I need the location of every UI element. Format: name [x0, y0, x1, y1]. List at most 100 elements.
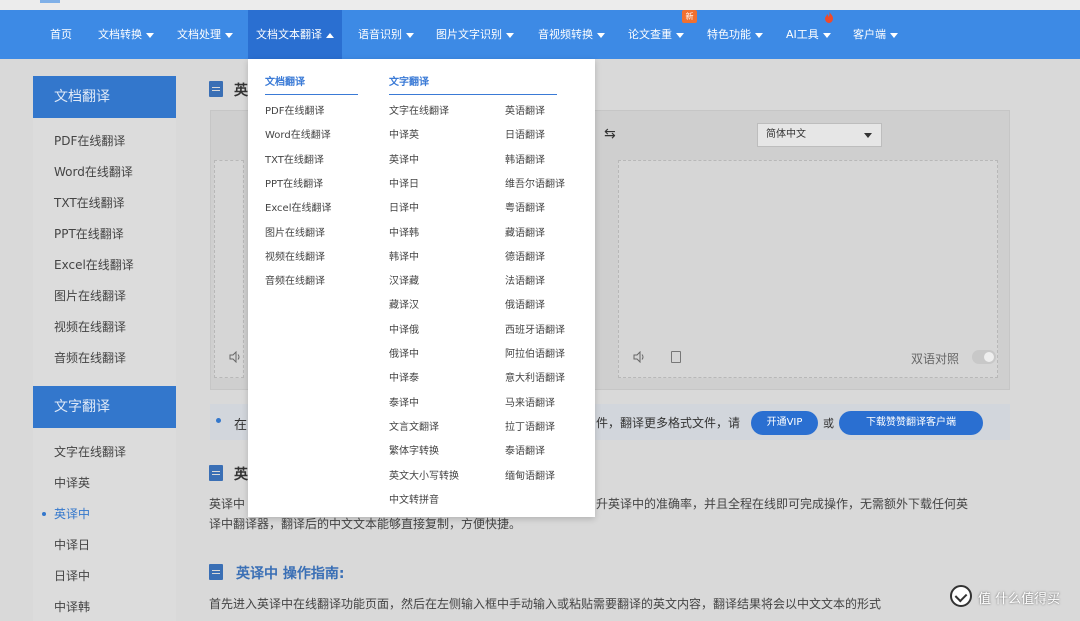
- chevron-down-icon: [890, 32, 898, 38]
- sidebar-item-video[interactable]: 视频在线翻译: [33, 312, 176, 343]
- nav-image-ocr[interactable]: 图片文字识别: [436, 10, 514, 59]
- notice-text: 件，翻译更多格式文件，请: [596, 416, 741, 430]
- target-language-select[interactable]: 简体中文: [757, 123, 882, 147]
- nav-speech[interactable]: 语音识别: [358, 10, 414, 59]
- dropdown-text-item[interactable]: 泰译中: [389, 394, 419, 409]
- sidebar-item-en-zh[interactable]: 英译中: [33, 499, 176, 530]
- dropdown-doc-item[interactable]: PDF在线翻译: [265, 102, 324, 117]
- nav-av-convert[interactable]: 音视频转换: [538, 10, 605, 59]
- download-client-button[interactable]: 下载赞赞翻译客户端: [839, 411, 983, 435]
- dropdown-text-item[interactable]: 中译英: [389, 126, 419, 141]
- sidebar-item-zh-en[interactable]: 中译英: [33, 468, 176, 499]
- sidebar: 文档翻译 PDF在线翻译 Word在线翻译 TXT在线翻译 PPT在线翻译 Ex…: [33, 76, 176, 621]
- dropdown-lang-item[interactable]: 意大利语翻译: [505, 369, 565, 384]
- sidebar-item-text-online[interactable]: 文字在线翻译: [33, 437, 176, 468]
- bilingual-label: 双语对照: [911, 352, 960, 366]
- dropdown-text-item[interactable]: 中译日: [389, 175, 419, 190]
- dropdown-text-item[interactable]: 日译中: [389, 199, 419, 214]
- swap-icon[interactable]: ⇆: [604, 127, 620, 141]
- dropdown-doc-item[interactable]: 图片在线翻译: [265, 224, 325, 239]
- dropdown-lang-item[interactable]: 法语翻译: [505, 272, 545, 287]
- nav-doc-translate-label: 文档文本翻译: [256, 28, 322, 41]
- dropdown-text-item[interactable]: 中译俄: [389, 321, 419, 336]
- sidebar-item-zh-ko[interactable]: 中译韩: [33, 592, 176, 621]
- notice-text-start: 在: [234, 418, 248, 433]
- dropdown-text-item[interactable]: 英译中: [389, 151, 419, 166]
- nav-features[interactable]: 特色功能: [707, 10, 763, 59]
- nav-paper-check[interactable]: 论文查重: [628, 10, 684, 59]
- fire-icon: [825, 11, 833, 23]
- logo-fragment: [40, 0, 60, 3]
- nav-client-label: 客户端: [853, 28, 886, 41]
- sidebar-item-ja-zh[interactable]: 日译中: [33, 561, 176, 592]
- dropdown-header-doc: 文档翻译: [265, 77, 305, 88]
- chevron-down-icon: [597, 32, 605, 38]
- dropdown-lang-item[interactable]: 缅甸语翻译: [505, 467, 555, 482]
- dropdown-text-item[interactable]: 繁体字转换: [389, 442, 439, 457]
- copy-icon[interactable]: [671, 351, 681, 363]
- dropdown-text-item[interactable]: 中译韩: [389, 224, 419, 239]
- dropdown-lang-item[interactable]: 粤语翻译: [505, 199, 545, 214]
- sidebar-item-zh-ja[interactable]: 中译日: [33, 530, 176, 561]
- sidebar-item-excel[interactable]: Excel在线翻译: [33, 250, 176, 281]
- speaker-icon[interactable]: [229, 351, 243, 363]
- dropdown-doc-item[interactable]: 音频在线翻译: [265, 272, 325, 287]
- dropdown-lang-item[interactable]: 拉丁语翻译: [505, 418, 555, 433]
- nav-doc-convert[interactable]: 文档转换: [98, 10, 154, 59]
- dropdown-doc-item[interactable]: Word在线翻译: [265, 126, 331, 141]
- sidebar-item-pdf[interactable]: PDF在线翻译: [33, 126, 176, 157]
- dropdown-lang-item[interactable]: 藏语翻译: [505, 224, 545, 239]
- dropdown-text-item[interactable]: 藏译汉: [389, 296, 419, 311]
- intro-text-right: 升英译中的准确率，并且全程在线即可完成操作，无需额外下载任何英: [596, 497, 969, 511]
- dropdown-text-item[interactable]: 英文大小写转换: [389, 467, 459, 482]
- dropdown-lang-item[interactable]: 英语翻译: [505, 102, 545, 117]
- sidebar-item-txt[interactable]: TXT在线翻译: [33, 188, 176, 219]
- sidebar-item-ppt[interactable]: PPT在线翻译: [33, 219, 176, 250]
- sidebar-item-image[interactable]: 图片在线翻译: [33, 281, 176, 312]
- nav-doc-convert-label: 文档转换: [98, 28, 142, 41]
- guide-text: 首先进入英译中在线翻译功能页面，然后在左侧输入框中手动输入或粘贴需要翻译的英文内…: [209, 597, 882, 611]
- dropdown-lang-item[interactable]: 日语翻译: [505, 126, 545, 141]
- source-input-area[interactable]: [214, 160, 244, 378]
- sidebar-item-audio[interactable]: 音频在线翻译: [33, 343, 176, 374]
- nav-client[interactable]: 客户端: [853, 10, 898, 59]
- open-vip-button[interactable]: 开通VIP: [751, 411, 818, 435]
- dropdown-text-item[interactable]: 俄译中: [389, 345, 419, 360]
- dropdown-text-item[interactable]: 文字在线翻译: [389, 102, 449, 117]
- nav-doc-process-label: 文档处理: [177, 28, 221, 41]
- dropdown-text-item[interactable]: 汉译藏: [389, 272, 419, 287]
- dropdown-doc-item[interactable]: TXT在线翻译: [265, 151, 324, 166]
- top-strip: [0, 0, 1080, 10]
- nav-doc-translate[interactable]: 文档文本翻译: [248, 10, 342, 59]
- dropdown-doc-item[interactable]: Excel在线翻译: [265, 199, 332, 214]
- intro-text-line2: 译中翻译器，翻译后的中文文本能够直接复制，方便快捷。: [209, 517, 522, 531]
- chevron-down-icon: [225, 32, 233, 38]
- dropdown-lang-item[interactable]: 俄语翻译: [505, 296, 545, 311]
- dropdown-text-item[interactable]: 韩译中: [389, 248, 419, 263]
- dropdown-lang-item[interactable]: 泰语翻译: [505, 442, 545, 457]
- divider: [265, 94, 358, 95]
- sidebar-item-word[interactable]: Word在线翻译: [33, 157, 176, 188]
- or-text: 或: [823, 417, 834, 430]
- translate-dropdown-menu: 文档翻译 文字翻译 PDF在线翻译 Word在线翻译 TXT在线翻译 PPT在线翻译 E…: [248, 59, 595, 517]
- speaker-icon[interactable]: [633, 351, 647, 363]
- dropdown-lang-item[interactable]: 韩语翻译: [505, 151, 545, 166]
- sidebar-header-text-translate: 文字翻译: [33, 386, 176, 428]
- nav-image-ocr-label: 图片文字识别: [436, 28, 502, 41]
- dropdown-text-item[interactable]: 中译泰: [389, 369, 419, 384]
- dropdown-lang-item[interactable]: 阿拉伯语翻译: [505, 345, 565, 360]
- dropdown-doc-item[interactable]: 视频在线翻译: [265, 248, 325, 263]
- dropdown-lang-item[interactable]: 德语翻译: [505, 248, 545, 263]
- chevron-down-icon: [676, 32, 684, 38]
- dropdown-lang-item[interactable]: 维吾尔语翻译: [505, 175, 565, 190]
- bullet-dot: [216, 418, 221, 423]
- chevron-down-icon: [506, 32, 514, 38]
- dropdown-text-item[interactable]: 中文转拼音: [389, 491, 439, 506]
- bilingual-toggle[interactable]: [972, 350, 996, 364]
- nav-home[interactable]: 首页: [50, 10, 72, 59]
- nav-doc-process[interactable]: 文档处理: [177, 10, 233, 59]
- dropdown-doc-item[interactable]: PPT在线翻译: [265, 175, 323, 190]
- dropdown-lang-item[interactable]: 马来语翻译: [505, 394, 555, 409]
- dropdown-lang-item[interactable]: 西班牙语翻译: [505, 321, 565, 336]
- dropdown-text-item[interactable]: 文言文翻译: [389, 418, 439, 433]
